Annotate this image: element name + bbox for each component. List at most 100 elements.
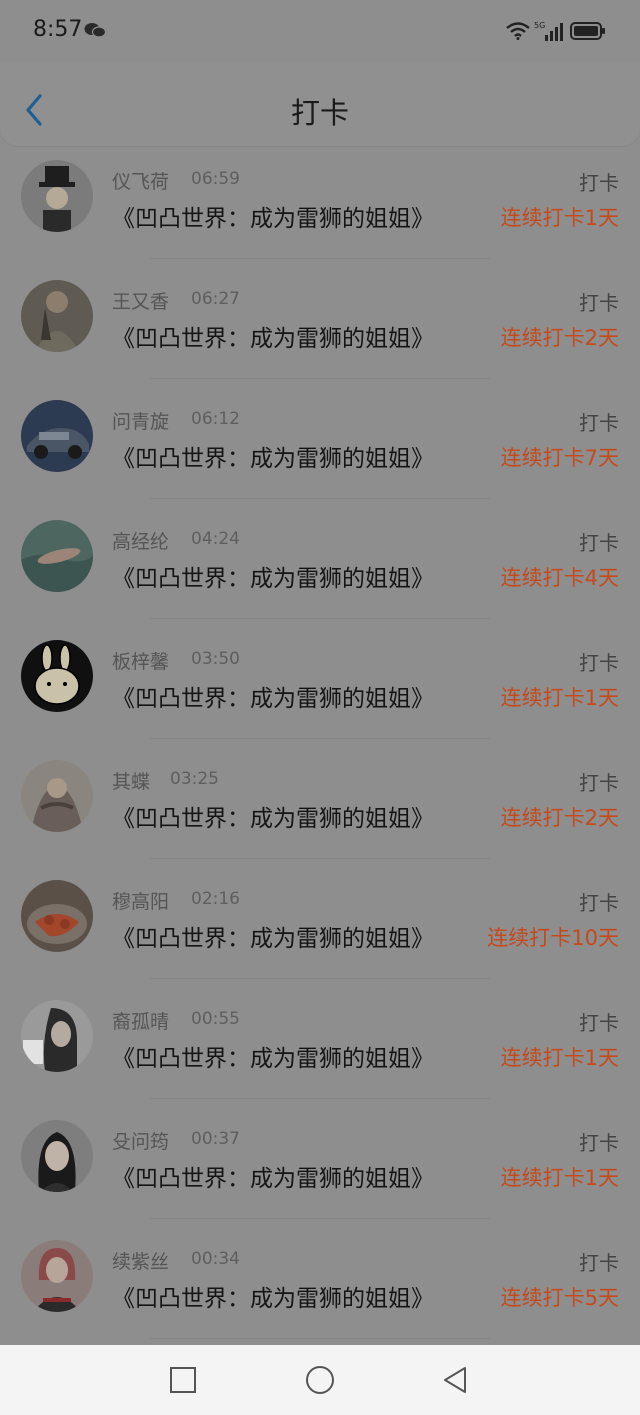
book-title: 《凹凸世界：成为雷狮的姐姐》 bbox=[112, 686, 434, 712]
streak-label: 连续打卡4天 bbox=[500, 566, 619, 590]
user-name: 裔孤晴 bbox=[112, 1011, 170, 1033]
streak-label: 连续打卡1天 bbox=[500, 1046, 619, 1070]
list-item[interactable]: 穆高阳 02:16 《凹凸世界：成为雷狮的姐姐》 打卡 连续打卡10天 bbox=[0, 866, 640, 986]
avatar[interactable] bbox=[21, 640, 93, 712]
list-item[interactable]: 裔孤晴 00:55 《凹凸世界：成为雷狮的姐姐》 打卡 连续打卡1天 bbox=[0, 986, 640, 1106]
recent-apps-icon[interactable] bbox=[168, 1365, 198, 1395]
list-item[interactable]: 王又香 06:27 《凹凸世界：成为雷狮的姐姐》 打卡 连续打卡2天 bbox=[0, 266, 640, 386]
avatar-image bbox=[21, 760, 93, 832]
row-divider bbox=[150, 1338, 490, 1339]
user-name: 其蝶 bbox=[112, 771, 151, 793]
checkin-label: 打卡 bbox=[579, 1131, 619, 1155]
avatar[interactable] bbox=[21, 1120, 93, 1192]
checkin-label: 打卡 bbox=[579, 651, 619, 675]
list-item[interactable]: 其蝶 03:25 《凹凸世界：成为雷狮的姐姐》 打卡 连续打卡2天 bbox=[0, 746, 640, 866]
back-triangle-icon[interactable] bbox=[440, 1365, 470, 1395]
signal-icon: 5G bbox=[534, 21, 563, 41]
streak-label: 连续打卡1天 bbox=[500, 1166, 619, 1190]
checkin-label: 打卡 bbox=[579, 1011, 619, 1035]
wifi-icon bbox=[506, 22, 530, 40]
checkin-time: 03:50 bbox=[191, 649, 240, 669]
checkin-label: 打卡 bbox=[579, 771, 619, 795]
list-item[interactable]: 板梓馨 03:50 《凹凸世界：成为雷狮的姐姐》 打卡 连续打卡1天 bbox=[0, 626, 640, 746]
book-title: 《凹凸世界：成为雷狮的姐姐》 bbox=[112, 566, 434, 592]
checkin-time: 06:12 bbox=[191, 409, 240, 429]
streak-label: 连续打卡7天 bbox=[500, 446, 619, 470]
checkin-time: 06:59 bbox=[191, 169, 240, 189]
book-title: 《凹凸世界：成为雷狮的姐姐》 bbox=[112, 1046, 434, 1072]
checkin-time: 00:37 bbox=[191, 1129, 240, 1149]
book-title: 《凹凸世界：成为雷狮的姐姐》 bbox=[112, 806, 434, 832]
user-name: 问青旋 bbox=[112, 411, 170, 433]
home-icon[interactable] bbox=[305, 1365, 335, 1395]
checkin-time: 03:25 bbox=[170, 769, 219, 789]
user-name: 殳问筠 bbox=[112, 1131, 170, 1153]
book-title: 《凹凸世界：成为雷狮的姐姐》 bbox=[112, 926, 434, 952]
row-divider bbox=[150, 378, 490, 379]
header-bar: 打卡 bbox=[0, 62, 640, 146]
page-title: 打卡 bbox=[290, 96, 349, 130]
checkin-label: 打卡 bbox=[579, 411, 619, 435]
book-title: 《凹凸世界：成为雷狮的姐姐》 bbox=[112, 206, 434, 232]
list-item[interactable]: 续紫丝 00:34 《凹凸世界：成为雷狮的姐姐》 打卡 连续打卡5天 bbox=[0, 1226, 640, 1346]
checkin-time: 04:24 bbox=[191, 529, 240, 549]
avatar-image bbox=[21, 1240, 93, 1312]
checkin-label: 打卡 bbox=[579, 171, 619, 195]
svg-text:5G: 5G bbox=[534, 21, 545, 30]
streak-label: 连续打卡1天 bbox=[500, 206, 619, 230]
avatar[interactable] bbox=[21, 1000, 93, 1072]
avatar[interactable] bbox=[21, 880, 93, 952]
avatar-image bbox=[21, 1120, 93, 1192]
avatar[interactable] bbox=[21, 1240, 93, 1312]
avatar-image bbox=[21, 160, 93, 232]
avatar-image bbox=[21, 400, 93, 472]
row-divider bbox=[150, 1218, 490, 1219]
avatar-image bbox=[21, 520, 93, 592]
row-divider bbox=[150, 618, 490, 619]
list-item[interactable]: 仪飞荷 06:59 《凹凸世界：成为雷狮的姐姐》 打卡 连续打卡1天 bbox=[0, 146, 640, 266]
streak-label: 连续打卡5天 bbox=[500, 1286, 619, 1310]
row-divider bbox=[150, 258, 490, 259]
streak-label: 连续打卡2天 bbox=[500, 806, 619, 830]
avatar[interactable] bbox=[21, 520, 93, 592]
list-item[interactable]: 高经纶 04:24 《凹凸世界：成为雷狮的姐姐》 打卡 连续打卡4天 bbox=[0, 506, 640, 626]
row-divider bbox=[150, 498, 490, 499]
book-title: 《凹凸世界：成为雷狮的姐姐》 bbox=[112, 1166, 434, 1192]
row-divider bbox=[150, 858, 490, 859]
book-title: 《凹凸世界：成为雷狮的姐姐》 bbox=[112, 446, 434, 472]
checkin-label: 打卡 bbox=[579, 891, 619, 915]
user-name: 仪飞荷 bbox=[112, 171, 170, 193]
status-bar: 8:57 5G bbox=[0, 0, 640, 62]
system-nav-bar bbox=[0, 1345, 640, 1415]
book-title: 《凹凸世界：成为雷狮的姐姐》 bbox=[112, 326, 434, 352]
checkin-label: 打卡 bbox=[579, 531, 619, 555]
avatar[interactable] bbox=[21, 400, 93, 472]
avatar-image bbox=[21, 880, 93, 952]
checkin-label: 打卡 bbox=[579, 1251, 619, 1275]
user-name: 板梓馨 bbox=[112, 651, 170, 673]
list-item[interactable]: 殳问筠 00:37 《凹凸世界：成为雷狮的姐姐》 打卡 连续打卡1天 bbox=[0, 1106, 640, 1226]
avatar-image bbox=[21, 280, 93, 352]
user-name: 高经纶 bbox=[112, 531, 170, 553]
checkin-list: 仪飞荷 06:59 《凹凸世界：成为雷狮的姐姐》 打卡 连续打卡1天 王又香 0… bbox=[0, 146, 640, 1346]
checkin-label: 打卡 bbox=[579, 291, 619, 315]
avatar-image bbox=[21, 1000, 93, 1072]
row-divider bbox=[150, 978, 490, 979]
streak-label: 连续打卡10天 bbox=[487, 926, 619, 950]
user-name: 续紫丝 bbox=[112, 1251, 170, 1273]
wechat-icon bbox=[84, 23, 106, 38]
avatar-image bbox=[21, 640, 93, 712]
user-name: 穆高阳 bbox=[112, 891, 170, 913]
avatar[interactable] bbox=[21, 760, 93, 832]
row-divider bbox=[150, 1098, 490, 1099]
avatar[interactable] bbox=[21, 280, 93, 352]
list-item[interactable]: 问青旋 06:12 《凹凸世界：成为雷狮的姐姐》 打卡 连续打卡7天 bbox=[0, 386, 640, 506]
row-divider bbox=[150, 738, 490, 739]
book-title: 《凹凸世界：成为雷狮的姐姐》 bbox=[112, 1286, 434, 1312]
avatar[interactable] bbox=[21, 160, 93, 232]
checkin-time: 06:27 bbox=[191, 289, 240, 309]
checkin-time: 00:55 bbox=[191, 1009, 240, 1029]
battery-icon bbox=[570, 22, 605, 40]
streak-label: 连续打卡2天 bbox=[500, 326, 619, 350]
streak-label: 连续打卡1天 bbox=[500, 686, 619, 710]
